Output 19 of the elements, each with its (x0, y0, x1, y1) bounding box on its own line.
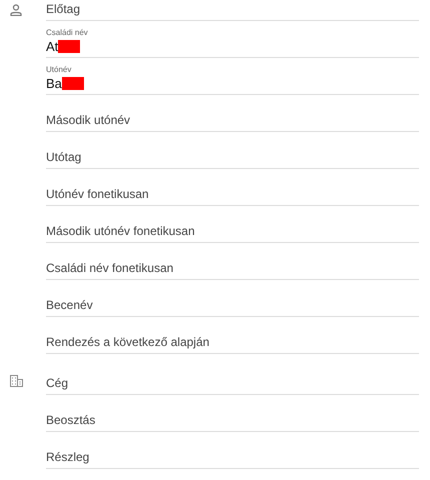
text-field[interactable]: Utótag (46, 150, 419, 165)
text-field[interactable]: Beosztás (46, 413, 419, 428)
text-field[interactable]: Előtag (46, 2, 419, 17)
text-field[interactable]: Második utónév fonetikusan (46, 224, 419, 239)
text-field[interactable]: Utónév fonetikusan (46, 187, 419, 202)
text-field[interactable]: Családi név fonetikusan (46, 261, 419, 276)
field-value: At (46, 38, 58, 55)
field-value: Ba (46, 75, 62, 92)
text-field[interactable]: Cég (46, 376, 419, 391)
person-icon (10, 4, 22, 16)
text-field[interactable]: Második utónév (46, 113, 419, 128)
text-field[interactable]: Utónév Ba (46, 58, 419, 95)
text-field[interactable]: Rendezés a következő alapján (46, 335, 419, 350)
text-field[interactable]: Részleg (46, 450, 419, 465)
building-icon (10, 375, 23, 387)
text-field[interactable]: Becenév (46, 298, 419, 313)
field-label: Családi név (46, 28, 89, 38)
text-field[interactable]: Családi név At (46, 21, 419, 58)
field-label: Utónév (46, 65, 72, 75)
